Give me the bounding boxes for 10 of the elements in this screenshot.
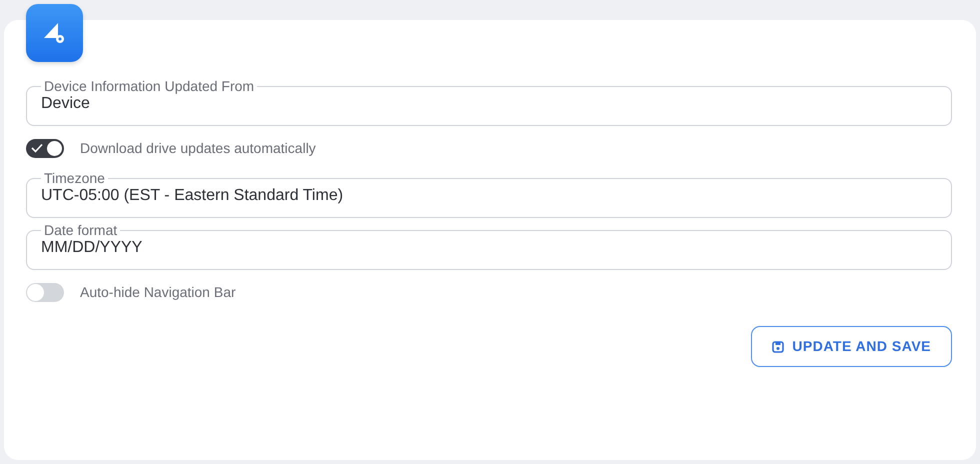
text-field[interactable]: Date format MM/DD/YYYY (26, 222, 952, 270)
text-field[interactable]: Device Information Updated From Device (26, 78, 952, 126)
update-and-save-button[interactable]: UPDATE AND SAVE (751, 326, 952, 367)
toggle-switch[interactable] (26, 282, 64, 302)
toggle-label: Download drive updates automatically (80, 138, 316, 158)
check-icon (31, 143, 43, 153)
text-field[interactable]: Timezone UTC-05:00 (EST - Eastern Standard Time) (26, 170, 952, 218)
toggle-switch[interactable] (26, 138, 64, 158)
save-icon (772, 340, 784, 352)
toggle-label: Auto-hide Navigation Bar (80, 282, 236, 302)
